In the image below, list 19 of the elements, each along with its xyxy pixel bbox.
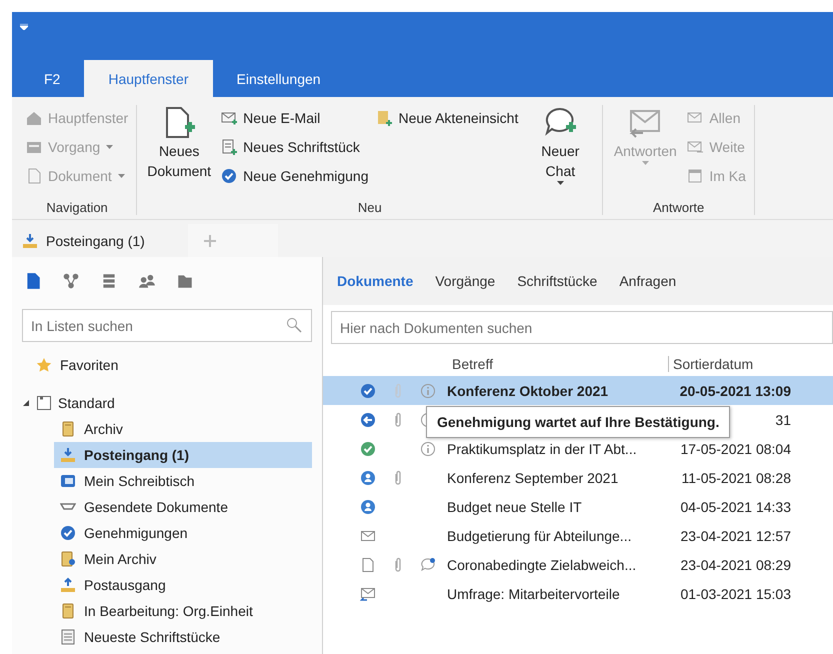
table-cell: 01-03-2021 15:03 xyxy=(680,586,791,602)
table-cell: 23-04-2021 12:57 xyxy=(680,528,791,544)
table-cell: 11-05-2021 08:28 xyxy=(682,470,791,486)
table-cell: 23-04-2021 08:29 xyxy=(680,556,791,572)
table-cell: Umfrage: Mitarbeitervorteile xyxy=(447,586,620,602)
group-label: Neu xyxy=(356,199,383,215)
table-cell: 04-05-2021 14:33 xyxy=(680,498,791,514)
table-cell: Budget neue Stelle IT xyxy=(447,498,582,514)
table-cell: 17-05-2021 08:04 xyxy=(680,440,791,456)
table-cell: Praktikumsplatz in der IT Abt... xyxy=(447,440,637,456)
table-cell: 31 xyxy=(775,412,791,428)
table-cell: Konferenz September 2021 xyxy=(447,470,618,486)
group-label: Antworte xyxy=(652,199,706,215)
table-cell: Coronabedingte Zielabweich... xyxy=(447,556,636,572)
group-label: Navigation xyxy=(45,199,109,215)
tooltip: Genehmigung wartet auf Ihre Bestätigung. xyxy=(426,406,730,438)
table-cell: 20-05-2021 13:09 xyxy=(680,382,791,398)
table-cell: Konferenz Oktober 2021 xyxy=(447,382,608,398)
table-cell: Budgetierung für Abteilunge... xyxy=(447,528,632,544)
